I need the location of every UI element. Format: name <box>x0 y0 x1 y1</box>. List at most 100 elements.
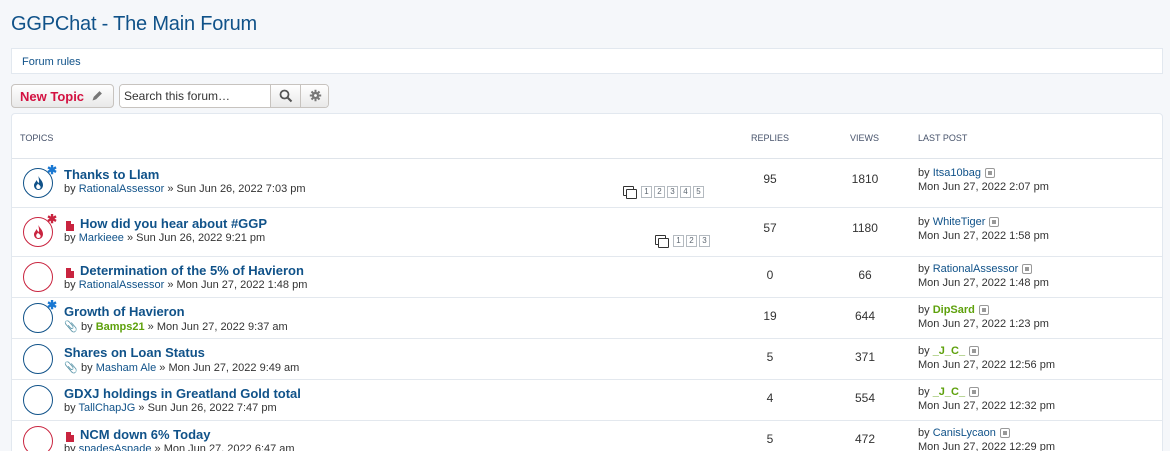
topic-read-icon <box>23 385 53 415</box>
header-last-post: LAST POST <box>918 133 968 143</box>
page-link[interactable]: 2 <box>686 235 697 247</box>
topic-date: » Mon Jun 27, 2022 9:49 am <box>159 362 300 374</box>
table-row: Shares on Loan Status 📎 by Masham Ale » M… <box>12 339 1162 380</box>
by-label: by <box>64 279 76 291</box>
last-post-user[interactable]: RationalAssessor <box>933 263 1019 275</box>
unread-star-icon: ✱ <box>46 298 57 312</box>
last-post-user[interactable]: WhiteTiger <box>933 216 986 228</box>
topic-list: TOPICS REPLIES VIEWS LAST POST ✱ Thanks … <box>11 113 1163 451</box>
topic-read-icon <box>23 262 53 292</box>
views-count: 1180 <box>852 221 878 235</box>
topic-meta: by spadesAspade » Mon Jun 27, 2022 6:47 … <box>64 443 295 451</box>
replies-count: 95 <box>763 172 777 186</box>
page-link[interactable]: 3 <box>699 235 710 247</box>
topic-author[interactable]: RationalAssessor <box>79 279 165 291</box>
by-label: by <box>918 263 930 275</box>
topic-date: » Mon Jun 27, 2022 6:47 am <box>154 443 295 451</box>
flame-unread-icon: ✱ <box>23 213 57 247</box>
page-link[interactable]: 5 <box>693 186 704 198</box>
topic-list-header: TOPICS REPLIES VIEWS LAST POST <box>12 114 1162 159</box>
last-post-user[interactable]: Itsa10bag <box>933 167 981 179</box>
pagination: 123 <box>655 235 712 248</box>
search-icon <box>279 89 293 103</box>
search-input[interactable] <box>120 85 270 107</box>
topic-author[interactable]: spadesAspade <box>79 443 152 451</box>
goto-post-icon[interactable] <box>969 387 980 398</box>
last-post-user[interactable]: _J_C_ <box>933 386 965 398</box>
topic-title[interactable]: Growth of Havieron <box>64 304 185 319</box>
last-post-date: Mon Jun 27, 2022 12:56 pm <box>918 359 1055 371</box>
topic-title[interactable]: Thanks to Llam <box>64 167 159 182</box>
topic-title[interactable]: Shares on Loan Status <box>64 345 205 360</box>
topic-date: » Sun Jun 26, 2022 7:03 pm <box>167 183 306 195</box>
by-label: by <box>918 167 930 179</box>
replies-count: 4 <box>766 391 774 405</box>
last-post-user[interactable]: _J_C_ <box>933 345 965 357</box>
by-label: by <box>918 427 930 439</box>
page-link[interactable]: 2 <box>654 186 665 198</box>
goto-post-icon[interactable] <box>985 168 996 179</box>
topic-author[interactable]: RationalAssessor <box>79 183 165 195</box>
pencil-icon <box>92 91 102 101</box>
flame-unread-icon: ✱ <box>23 164 57 198</box>
topic-title[interactable]: How did you hear about #GGP <box>80 216 267 231</box>
by-label: by <box>64 443 76 451</box>
last-post-user[interactable]: DipSard <box>933 304 975 316</box>
views-count: 472 <box>854 432 876 446</box>
topic-title[interactable]: NCM down 6% Today <box>80 427 210 442</box>
topic-author[interactable]: Markieee <box>79 232 124 244</box>
topic-meta: by Markieee » Sun Jun 26, 2022 9:21 pm <box>64 232 265 244</box>
attachment-icon: 📎 <box>64 362 78 374</box>
topic-date: » Mon Jun 27, 2022 1:48 pm <box>167 279 308 291</box>
topic-date: » Sun Jun 26, 2022 9:21 pm <box>127 232 266 244</box>
by-label: by <box>64 183 76 195</box>
pages-icon <box>655 235 669 248</box>
search-button[interactable] <box>270 85 300 107</box>
last-post-date: Mon Jun 27, 2022 2:07 pm <box>918 181 1049 193</box>
last-post-user[interactable]: CanisLycaon <box>933 427 996 439</box>
topic-author[interactable]: Masham Ale <box>96 362 157 374</box>
page-title[interactable]: GGPChat - The Main Forum <box>11 13 257 36</box>
last-post-date: Mon Jun 27, 2022 12:32 pm <box>918 400 1055 412</box>
topic-title[interactable]: Determination of the 5% of Havieron <box>80 263 304 278</box>
page-link[interactable]: 1 <box>641 186 652 198</box>
goto-post-icon[interactable] <box>1022 264 1033 275</box>
by-label: by <box>918 304 930 316</box>
unread-star-icon: ✱ <box>46 163 57 177</box>
page-link[interactable]: 4 <box>680 186 691 198</box>
table-row: Determination of the 5% of Havieron by R… <box>12 257 1162 298</box>
page-link[interactable]: 1 <box>673 235 684 247</box>
topic-meta: by RationalAssessor » Mon Jun 27, 2022 1… <box>64 279 307 291</box>
last-post-author: by WhiteTiger <box>918 216 1000 228</box>
last-post-date: Mon Jun 27, 2022 1:58 pm <box>918 230 1049 242</box>
last-post-author: by CanisLycaon <box>918 427 1010 439</box>
replies-count: 0 <box>766 268 774 282</box>
topic-author[interactable]: TallChapJG <box>78 402 135 414</box>
by-label: by <box>918 345 930 357</box>
by-label: by <box>81 362 93 374</box>
document-icon <box>66 221 74 231</box>
search-box <box>119 84 329 108</box>
table-row: ✱ How did you hear about #GGP by Markiee… <box>12 208 1162 257</box>
topic-date: » Sun Jun 26, 2022 7:47 pm <box>138 402 277 414</box>
forum-rules-link[interactable]: Forum rules <box>22 56 81 68</box>
topic-title[interactable]: GDXJ holdings in Greatland Gold total <box>64 386 301 401</box>
new-topic-label: New Topic <box>20 89 85 104</box>
by-label: by <box>81 321 93 333</box>
table-row: ✱ Thanks to Llam by RationalAssessor » S… <box>12 159 1162 208</box>
table-row: NCM down 6% Today by spadesAspade » Mon … <box>12 421 1162 451</box>
goto-post-icon[interactable] <box>999 428 1010 439</box>
forum-rules-box: Forum rules <box>11 48 1163 74</box>
topic-read-icon <box>23 344 53 374</box>
goto-post-icon[interactable] <box>989 217 1000 228</box>
topic-meta: by RationalAssessor » Sun Jun 26, 2022 7… <box>64 183 306 195</box>
goto-post-icon[interactable] <box>969 346 980 357</box>
last-post-author: by RationalAssessor <box>918 263 1033 275</box>
goto-post-icon[interactable] <box>978 305 989 316</box>
page-link[interactable]: 3 <box>667 186 678 198</box>
advanced-search-button[interactable] <box>300 85 328 107</box>
new-topic-button[interactable]: New Topic <box>11 84 114 108</box>
topic-author[interactable]: Bamps21 <box>96 321 145 333</box>
table-row: ✱ Growth of Havieron 📎 by Bamps21 » Mon J… <box>12 298 1162 339</box>
last-post-date: Mon Jun 27, 2022 1:48 pm <box>918 277 1049 289</box>
